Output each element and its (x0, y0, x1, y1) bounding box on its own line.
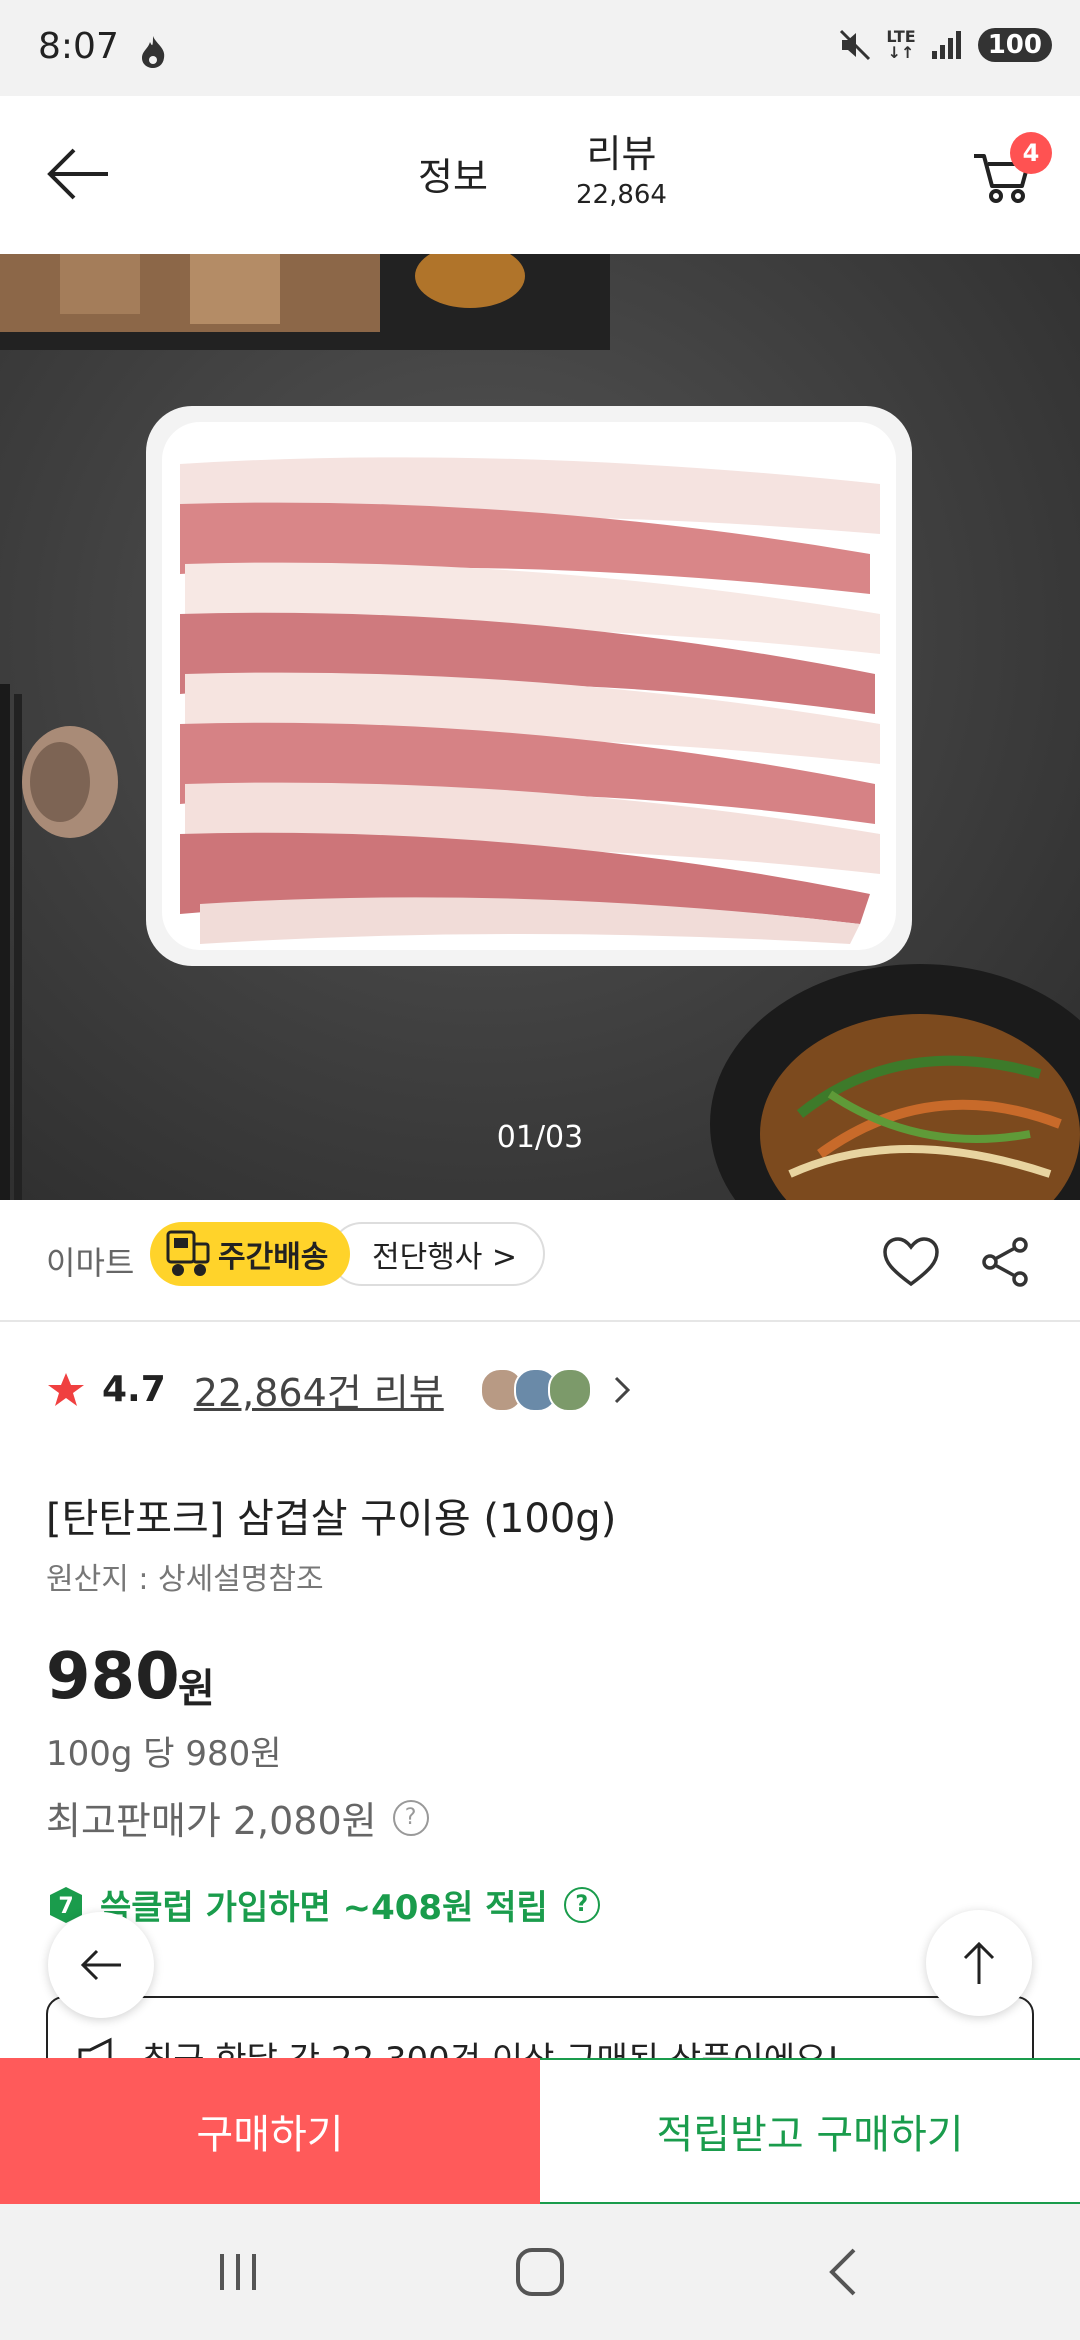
star-icon (48, 1372, 84, 1406)
max-price-text: 최고판매가 2,080원 (46, 1799, 377, 1843)
tab-review-label: 리뷰 (586, 132, 657, 176)
weekly-delivery-label: 주간배송 (218, 1240, 329, 1275)
mute-icon (840, 29, 871, 61)
tab-info[interactable]: 정보 (418, 146, 488, 201)
review-thumbnail (547, 1367, 592, 1412)
share-icon[interactable] (980, 1236, 1030, 1288)
review-count-link[interactable]: 22,864건 리뷰 (194, 1362, 444, 1417)
club-promo-text: 쓱클럽 가입하면 ~408원 적립 (100, 1888, 548, 1928)
product-origin: 원산지 : 상세설명참조 (46, 1562, 324, 1597)
battery-indicator: 100 (977, 28, 1052, 62)
floating-back-button[interactable] (48, 1912, 154, 2018)
delivery-truck-icon (166, 1230, 210, 1276)
product-image-gallery[interactable]: 01/03 (0, 254, 1080, 1200)
weekly-delivery-badge[interactable]: 주간배송 (150, 1222, 350, 1286)
club-help-icon[interactable]: ? (563, 1886, 600, 1923)
tab-review-count: 22,864 (576, 180, 667, 210)
svg-text:7: 7 (58, 1894, 73, 1919)
wishlist-heart-icon[interactable] (882, 1236, 940, 1288)
recent-apps-icon[interactable] (208, 2242, 268, 2302)
unit-price: 100g 당 980원 (46, 1734, 282, 1774)
system-navigation-bar (0, 2204, 1080, 2340)
help-icon[interactable]: ? (392, 1799, 429, 1836)
price-currency: 원 (178, 1666, 215, 1712)
cart-count-badge: 4 (1010, 132, 1052, 174)
product-title: [탄탄포크] 삼겹살 구이용 (100g) (46, 1496, 617, 1542)
flyer-event-button[interactable]: 전단행사 > (330, 1222, 546, 1286)
arrow-up-icon (963, 1941, 995, 1984)
home-icon[interactable] (510, 2242, 570, 2302)
scroll-top-button[interactable] (926, 1910, 1032, 2016)
back-arrow-icon (80, 1949, 121, 1981)
status-bar: 8:07 LTE ↓↑ 100 (0, 0, 1080, 96)
flyer-event-label: 전단행사 > (372, 1240, 518, 1275)
purchase-cta-bar: 구매하기 적립받고 구매하기 (0, 2058, 1080, 2204)
top-navigation: 정보 리뷰 22,864 4 (0, 96, 1080, 254)
buy-button[interactable]: 구매하기 (0, 2058, 540, 2204)
earn-and-buy-button[interactable]: 적립받고 구매하기 (540, 2058, 1080, 2204)
image-page-indicator: 01/03 (496, 1120, 584, 1155)
rating-row[interactable]: 4.7 22,864건 리뷰 (46, 1362, 634, 1417)
signal-icon (931, 31, 961, 59)
system-back-icon[interactable] (814, 2242, 874, 2302)
seller-bar: 이마트 전단행사 > 주간배송 (0, 1200, 1080, 1322)
lte-indicator: LTE ↓↑ (886, 27, 916, 62)
seller-name[interactable]: 이마트 (46, 1238, 134, 1284)
review-photo-thumbnails[interactable] (479, 1367, 592, 1412)
chevron-right-icon (614, 1376, 630, 1403)
product-price: 980 (46, 1640, 180, 1714)
tab-review[interactable]: 리뷰 22,864 (576, 132, 667, 210)
max-price: 최고판매가 2,080원 ? (46, 1790, 429, 1845)
status-time: 8:07 (38, 26, 119, 67)
flame-icon (142, 36, 165, 68)
rating-score: 4.7 (102, 1369, 166, 1410)
product-photo (0, 254, 1080, 1200)
back-arrow-icon[interactable] (44, 144, 114, 204)
